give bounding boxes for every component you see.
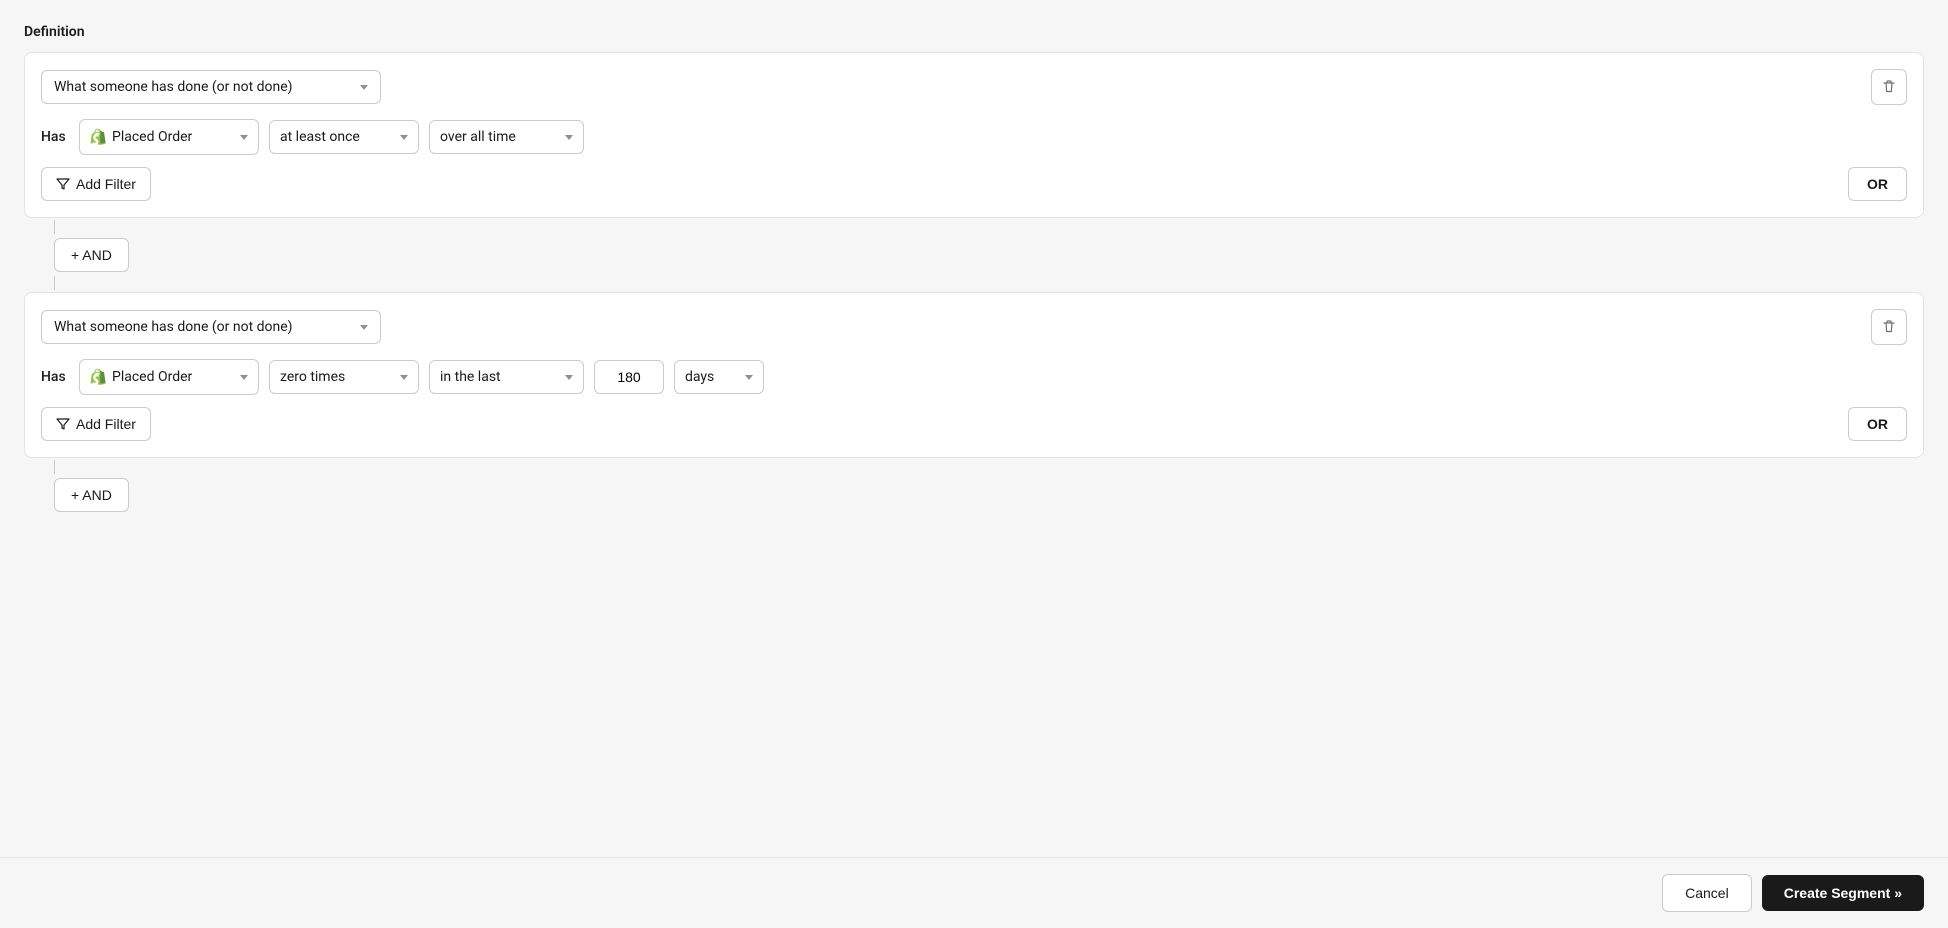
or-button-1[interactable]: OR (1848, 167, 1907, 201)
create-segment-label: Create Segment » (1784, 885, 1902, 901)
definition-title: Definition (24, 24, 1924, 40)
cancel-label: Cancel (1685, 885, 1729, 901)
timeframe-label-2: in the last (440, 369, 501, 385)
main-select-2-label: What someone has done (or not done) (54, 319, 293, 335)
timeframe-chevron-1 (565, 135, 573, 140)
timeframe-select-1[interactable]: over all time (429, 120, 584, 154)
main-select-1[interactable]: What someone has done (or not done) (41, 70, 381, 104)
add-filter-button-2[interactable]: Add Filter (41, 407, 151, 441)
add-filter-label-1: Add Filter (76, 176, 136, 192)
timeframe-chevron-2 (565, 375, 573, 380)
placed-order-label-2: Placed Order (112, 369, 192, 385)
main-select-1-chevron-icon (360, 85, 368, 90)
delete-button-2[interactable] (1871, 309, 1907, 345)
time-unit-chevron-2 (745, 375, 753, 380)
placed-order-chevron-2 (240, 375, 248, 380)
and-button-1[interactable]: + AND (54, 238, 129, 272)
v-line-3 (54, 460, 55, 474)
frequency-label-2: zero times (280, 369, 345, 385)
or-button-2[interactable]: OR (1848, 407, 1907, 441)
frequency-select-1[interactable]: at least once (269, 120, 419, 154)
delete-button-1[interactable] (1871, 69, 1907, 105)
add-filter-button-1[interactable]: Add Filter (41, 167, 151, 201)
shopify-icon-2 (90, 368, 108, 386)
and-label-1: + AND (71, 247, 112, 263)
main-select-2[interactable]: What someone has done (or not done) (41, 310, 381, 344)
main-select-2-chevron-icon (360, 325, 368, 330)
and-connector-area-2: + AND (24, 460, 1924, 516)
condition-card-1: What someone has done (or not done) Has (24, 52, 1924, 218)
placed-order-select-2[interactable]: Placed Order (79, 359, 259, 395)
and-label-2: + AND (71, 487, 112, 503)
number-input-2[interactable] (594, 360, 664, 394)
filter-icon-1 (56, 177, 70, 191)
placed-order-chevron-1 (240, 135, 248, 140)
footer-bar: Cancel Create Segment » (0, 857, 1948, 928)
condition-card-2: What someone has done (or not done) Has (24, 292, 1924, 458)
placed-order-select-1[interactable]: Placed Order (79, 119, 259, 155)
create-segment-button[interactable]: Create Segment » (1762, 875, 1924, 911)
placed-order-label-1: Placed Order (112, 129, 192, 145)
frequency-chevron-2 (400, 375, 408, 380)
frequency-select-2[interactable]: zero times (269, 360, 419, 394)
trash-icon-2 (1881, 319, 1897, 335)
v-line-1 (54, 220, 55, 234)
trash-icon-1 (1881, 79, 1897, 95)
add-filter-label-2: Add Filter (76, 416, 136, 432)
has-label-2: Has (41, 369, 69, 385)
shopify-icon-1 (90, 128, 108, 146)
time-unit-select-2[interactable]: days (674, 360, 764, 394)
or-label-1: OR (1867, 176, 1888, 192)
time-unit-label-2: days (685, 369, 714, 385)
frequency-chevron-1 (400, 135, 408, 140)
and-connector-area-1: + AND (24, 220, 1924, 290)
timeframe-select-2[interactable]: in the last (429, 360, 584, 394)
v-line-2 (54, 276, 55, 290)
has-label-1: Has (41, 129, 69, 145)
frequency-label-1: at least once (280, 129, 360, 145)
and-button-2[interactable]: + AND (54, 478, 129, 512)
main-select-1-label: What someone has done (or not done) (54, 79, 293, 95)
timeframe-label-1: over all time (440, 129, 516, 145)
or-label-2: OR (1867, 416, 1888, 432)
cancel-button[interactable]: Cancel (1662, 874, 1752, 912)
filter-icon-2 (56, 417, 70, 431)
